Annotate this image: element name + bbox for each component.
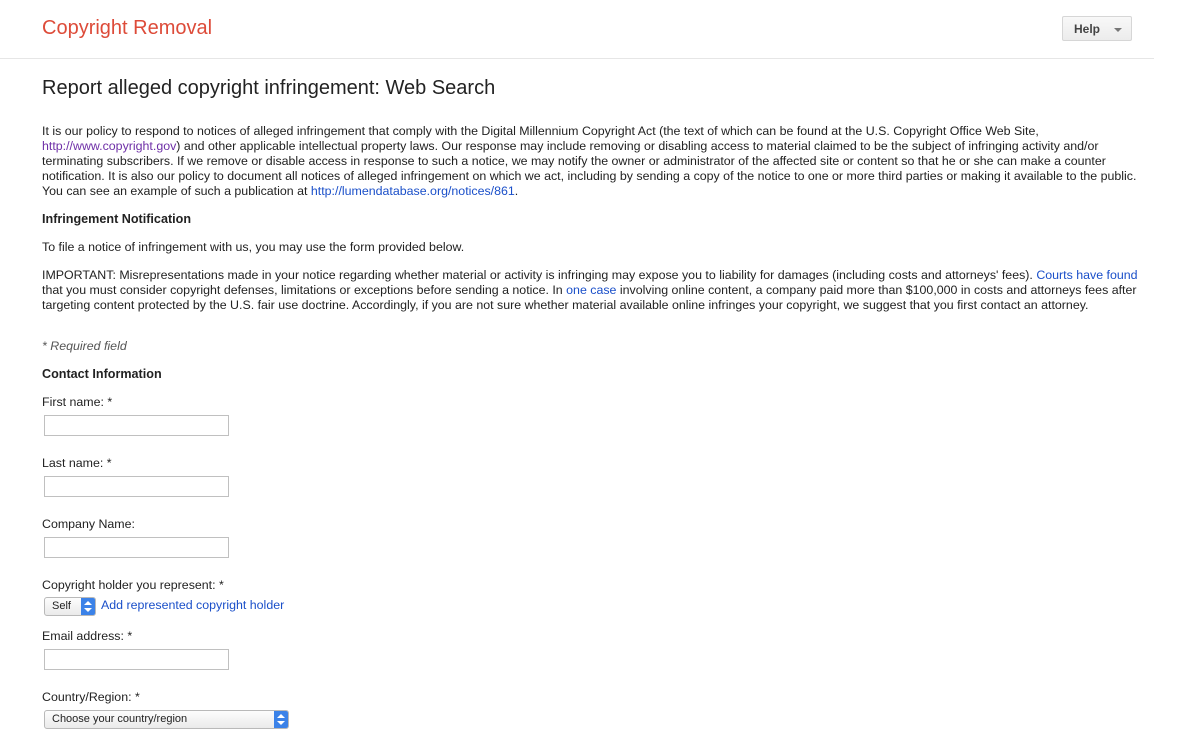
copyright-holder-selected: Self [52,600,71,612]
first-name-label: First name: * [42,395,113,409]
last-name-label: Last name: * [42,456,112,470]
last-name-field: Last name: * [42,456,1157,497]
add-copyright-holder-link[interactable]: Add represented copyright holder [101,598,284,612]
last-name-input[interactable] [44,476,229,497]
select-stepper-icon [81,598,95,615]
required-field-note: * Required field [42,339,127,353]
first-name-field: First name: * [42,395,1157,436]
help-button[interactable]: Help [1062,16,1132,41]
copyright-holder-field: Copyright holder you represent: * Self A… [42,578,1157,617]
important-text-2: that you must consider copyright defense… [42,283,563,297]
important-paragraph: IMPORTANT: Misrepresentations made in yo… [42,268,1157,313]
important-text-1: IMPORTANT: Misrepresentations made in yo… [42,268,1033,282]
copyright-gov-link[interactable]: http://www.copyright.gov [42,139,176,153]
country-selected: Choose your country/region [52,713,188,725]
app-title: Copyright Removal [42,17,213,39]
company-name-label: Company Name: [42,517,135,531]
lumen-database-link[interactable]: http://lumendatabase.org/notices/861 [311,184,515,198]
email-field: Email address: * [42,629,1157,670]
copyright-holder-row: Self Add represented copyright holder [44,597,1157,617]
chevron-down-icon [1114,28,1122,32]
intro-text-2: ) and other applicable intellectual prop… [42,139,1137,198]
select-stepper-icon [274,711,288,728]
infringement-heading: Infringement Notification [42,212,192,226]
country-field: Country/Region: * Choose your country/re… [42,690,1157,729]
country-label: Country/Region: * [42,690,140,704]
contact-heading: Contact Information [42,367,162,381]
main-content: Report alleged copyright infringement: W… [42,72,1157,729]
page-title: Report alleged copyright infringement: W… [42,77,496,99]
copyright-holder-label: Copyright holder you represent: * [42,578,224,592]
courts-have-found-link[interactable]: Courts have found [1036,268,1137,282]
company-name-field: Company Name: [42,517,1157,558]
file-notice-text: To file a notice of infringement with us… [42,240,465,254]
intro-text-1: It is our policy to respond to notices o… [42,124,1039,138]
company-name-input[interactable] [44,537,229,558]
email-input[interactable] [44,649,229,670]
help-button-label: Help [1074,22,1101,36]
app-header: Copyright Removal Help [0,0,1154,59]
one-case-link[interactable]: one case [566,283,616,297]
intro-paragraph: It is our policy to respond to notices o… [42,124,1157,199]
first-name-input[interactable] [44,415,229,436]
country-select[interactable]: Choose your country/region [44,710,289,729]
intro-text-3: . [514,184,519,198]
email-label: Email address: * [42,629,133,643]
copyright-holder-select[interactable]: Self [44,597,96,616]
